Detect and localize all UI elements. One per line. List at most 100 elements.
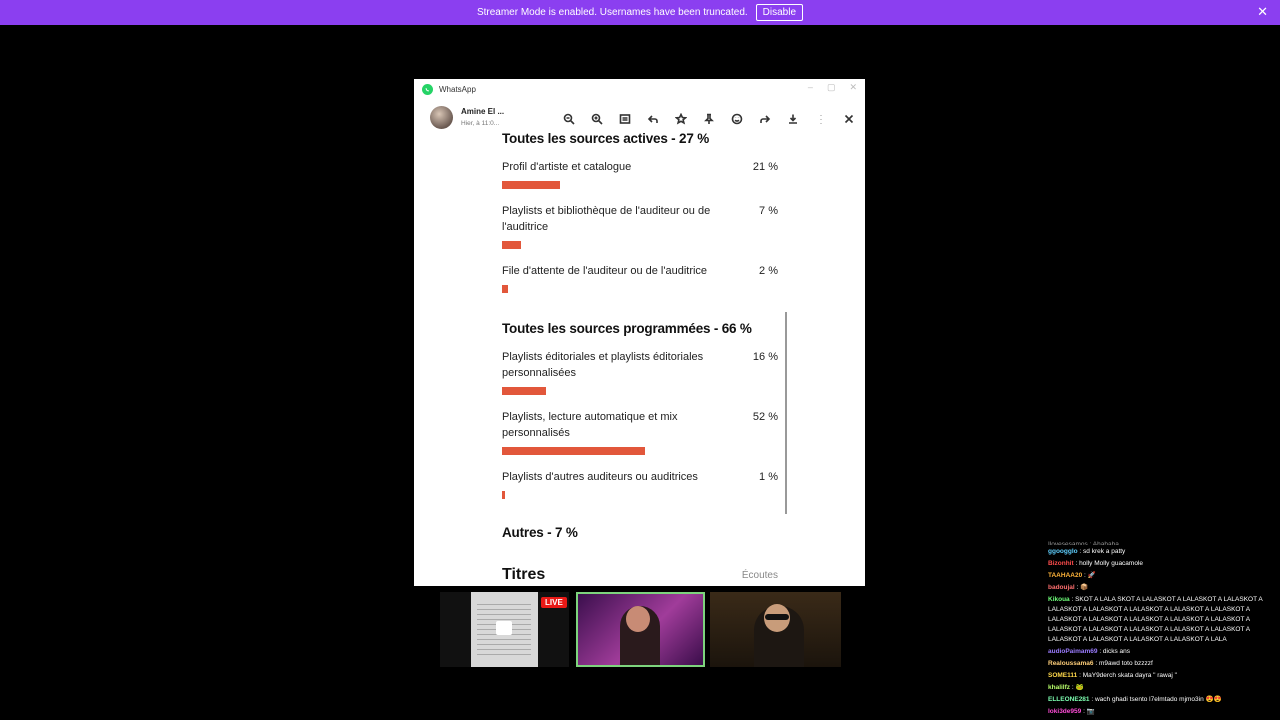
close-icon[interactable]: ✕ xyxy=(1257,5,1268,19)
streamer-camera[interactable] xyxy=(576,592,705,667)
window-close-button[interactable]: ✕ xyxy=(849,82,857,93)
avatar[interactable] xyxy=(430,106,453,129)
window-controls: – ▢ ✕ xyxy=(808,82,857,93)
view-icon[interactable] xyxy=(616,110,633,127)
window-title: WhatsApp xyxy=(439,84,476,94)
guest-camera[interactable] xyxy=(710,592,841,667)
disable-button[interactable]: Disable xyxy=(755,4,804,21)
chat-text: : 📦 xyxy=(1076,584,1089,591)
minimize-button[interactable]: – xyxy=(808,82,813,93)
list-item: Playlists d'autres auditeurs ou auditric… xyxy=(502,469,792,499)
progress-bar xyxy=(502,447,645,455)
whatsapp-logo-icon xyxy=(422,83,433,95)
emoji-icon[interactable] xyxy=(728,110,745,127)
chat-message: audioPaimam69 : dicks ans xyxy=(1048,647,1274,657)
close-icon[interactable] xyxy=(840,110,857,127)
row-label: Playlists, lecture automatique et mix pe… xyxy=(502,411,678,439)
chat-username[interactable]: ggoogglo xyxy=(1048,548,1078,555)
list-item: File d'attente de l'auditeur ou de l'aud… xyxy=(502,263,792,293)
chat-text: : MaY9derch skata dayra " rawaj " xyxy=(1079,672,1177,679)
chat-text: : wach ghadi tsento l7elmtado mjmo3in 😍😍 xyxy=(1091,696,1222,703)
chat-text: : holly Molly guacamole xyxy=(1075,560,1144,567)
chat-message-cut: Ilovesesamos : Ahahaha... xyxy=(1048,541,1125,545)
list-item: Playlists, lecture automatique et mix pe… xyxy=(502,409,792,455)
screen-share-camera[interactable]: LIVE xyxy=(440,592,569,667)
media-viewer-header: Amine El ... Hier, à 11:0... xyxy=(414,103,865,133)
chat-username[interactable]: TAAHAA20 xyxy=(1048,572,1082,579)
streamer-mode-banner: Streamer Mode is enabled. Usernames have… xyxy=(0,0,1280,25)
row-percent: 1 % xyxy=(759,471,778,483)
reply-icon[interactable] xyxy=(644,110,661,127)
progress-bar xyxy=(502,387,546,395)
section-title: Autres - 7 % xyxy=(502,525,578,540)
contact-name: Amine El ... xyxy=(461,107,505,116)
list-item: Playlists éditoriales et playlists édito… xyxy=(502,349,792,395)
viewer-toolbar xyxy=(560,110,857,127)
window-titlebar: WhatsApp – ▢ ✕ xyxy=(414,79,865,99)
chat-message: Bizonhit : holly Molly guacamole xyxy=(1048,559,1274,569)
zoom-in-icon[interactable] xyxy=(588,110,605,127)
row-percent: 2 % xyxy=(759,265,778,277)
section-title: Toutes les sources programmées - 66 % xyxy=(502,321,752,336)
live-badge: LIVE xyxy=(541,597,567,608)
streamer-face xyxy=(626,606,650,632)
whatsapp-window: WhatsApp – ▢ ✕ Amine El ... Hier, à 11:0… xyxy=(414,79,865,586)
row-label: Playlists d'autres auditeurs ou auditric… xyxy=(502,471,698,483)
more-icon[interactable] xyxy=(812,110,829,127)
list-item: Profil d'artiste et catalogue 21 % xyxy=(502,159,792,189)
chat-message: badoujal : 📦 xyxy=(1048,583,1274,593)
stream-cams: LIVE xyxy=(440,592,841,668)
chat-username[interactable]: khalilfz xyxy=(1048,684,1070,691)
next-section-header: Titres Écoutes xyxy=(502,566,792,586)
chat-message: loki3de959 : 📷 xyxy=(1048,707,1274,717)
chat-overlay: Ilovesesamos : Ahahaha... ggoogglo : sd … xyxy=(1048,540,1274,719)
chat-username[interactable]: audioPaimam69 xyxy=(1048,648,1098,655)
progress-bar xyxy=(502,181,560,189)
chat-username[interactable]: SOME111 xyxy=(1048,672,1077,679)
monitor-icon xyxy=(496,621,512,635)
row-label: File d'attente de l'auditeur ou de l'aud… xyxy=(502,265,708,277)
list-item: Playlists et bibliothèque de l'auditeur … xyxy=(502,203,792,249)
chat-username[interactable]: Bizonhit xyxy=(1048,560,1074,567)
forward-icon[interactable] xyxy=(756,110,773,127)
chat-text: : dicks ans xyxy=(1099,648,1131,655)
maximize-button[interactable]: ▢ xyxy=(827,82,836,93)
chat-username[interactable]: ELLEONE281 xyxy=(1048,696,1090,703)
chat-username[interactable]: Kikoua xyxy=(1048,596,1070,603)
chat-text: : SKOT A LALA SKOT A LALASKOT A LALASKOT… xyxy=(1048,596,1263,643)
row-percent: 21 % xyxy=(752,161,778,173)
sunglasses xyxy=(765,614,789,620)
chat-text: : 📷 xyxy=(1083,708,1095,715)
chat-message: SOME111 : MaY9derch skata dayra " rawaj … xyxy=(1048,671,1274,681)
banner-message: Streamer Mode is enabled. Usernames have… xyxy=(476,7,748,18)
section-title: Toutes les sources actives - 27 % xyxy=(502,131,710,146)
next-section-right: Écoutes xyxy=(741,570,778,581)
row-label: Playlists et bibliothèque de l'auditeur … xyxy=(502,205,711,233)
chat-username[interactable]: badoujal xyxy=(1048,584,1075,591)
progress-bar xyxy=(502,241,522,249)
row-percent: 16 % xyxy=(752,351,778,363)
chat-text: : 🚀 xyxy=(1084,572,1096,579)
row-percent: 52 % xyxy=(752,411,778,423)
pin-icon[interactable] xyxy=(700,110,717,127)
progress-bar xyxy=(502,491,505,499)
row-label: Profil d'artiste et catalogue xyxy=(502,161,632,173)
chat-username[interactable]: Realoussama6 xyxy=(1048,660,1094,667)
row-percent: 7 % xyxy=(759,205,778,217)
chat-message: ELLEONE281 : wach ghadi tsento l7elmtado… xyxy=(1048,695,1274,705)
next-section-title: Titres xyxy=(502,566,546,583)
zoom-out-icon[interactable] xyxy=(560,110,577,127)
chat-message: Kikoua : SKOT A LALA SKOT A LALASKOT A L… xyxy=(1048,595,1274,645)
row-label: Playlists éditoriales et playlists édito… xyxy=(502,351,704,379)
message-timestamp: Hier, à 11:0... xyxy=(461,120,500,127)
chat-text: : 🐸 xyxy=(1071,684,1084,691)
star-icon[interactable] xyxy=(672,110,689,127)
chat-text: : m9awd toto bzzzzf xyxy=(1095,660,1153,667)
chat-username[interactable]: loki3de959 xyxy=(1048,708,1081,715)
chat-message: TAAHAA20 : 🚀 xyxy=(1048,571,1274,581)
chat-text: : sd krek a patty xyxy=(1079,548,1126,555)
chat-message: Realoussama6 : m9awd toto bzzzzf xyxy=(1048,659,1274,669)
progress-bar xyxy=(502,285,508,293)
download-icon[interactable] xyxy=(784,110,801,127)
chat-message: khalilfz : 🐸 xyxy=(1048,683,1274,693)
